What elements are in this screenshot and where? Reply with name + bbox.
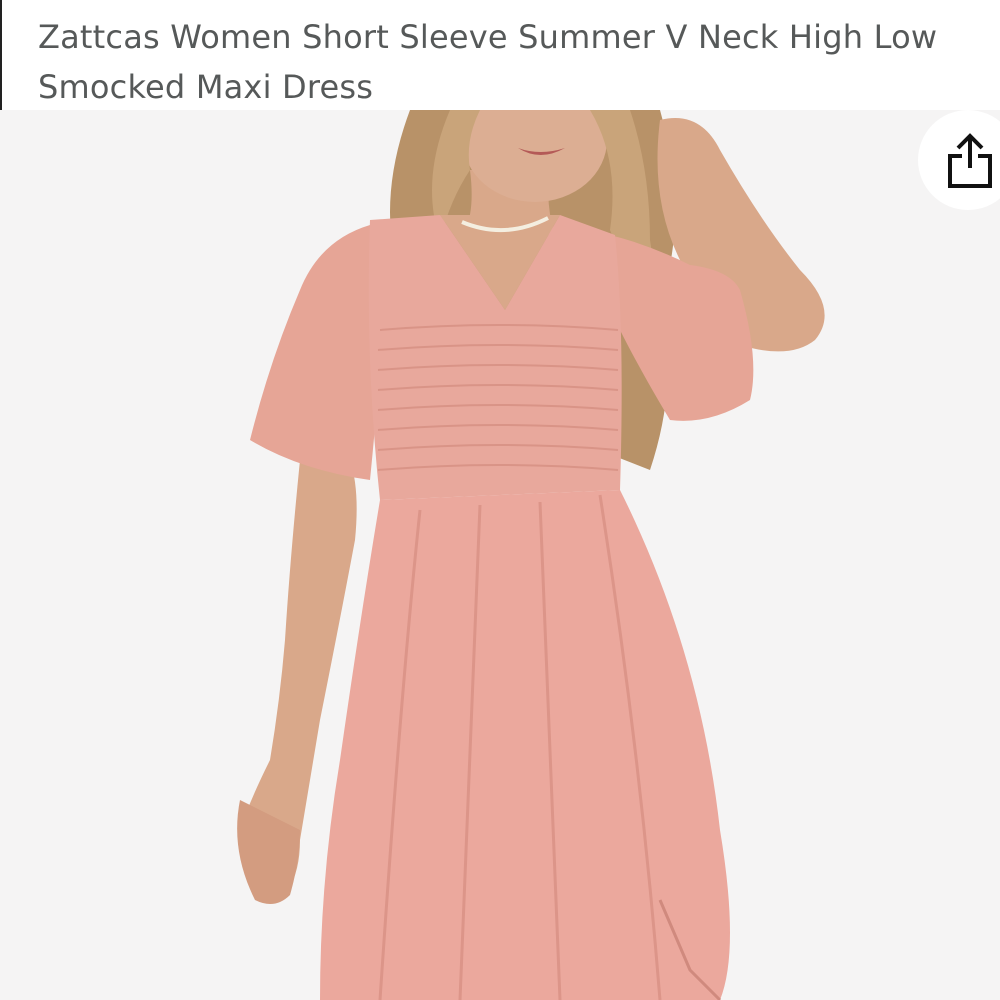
- product-image-container[interactable]: [0, 110, 1000, 1000]
- product-image[interactable]: [0, 110, 1000, 1000]
- share-icon: [948, 133, 992, 188]
- product-title: Zattcas Women Short Sleeve Summer V Neck…: [38, 18, 938, 106]
- product-page: Zattcas Women Short Sleeve Summer V Neck…: [0, 0, 1000, 1000]
- product-header: Zattcas Women Short Sleeve Summer V Neck…: [0, 0, 1000, 110]
